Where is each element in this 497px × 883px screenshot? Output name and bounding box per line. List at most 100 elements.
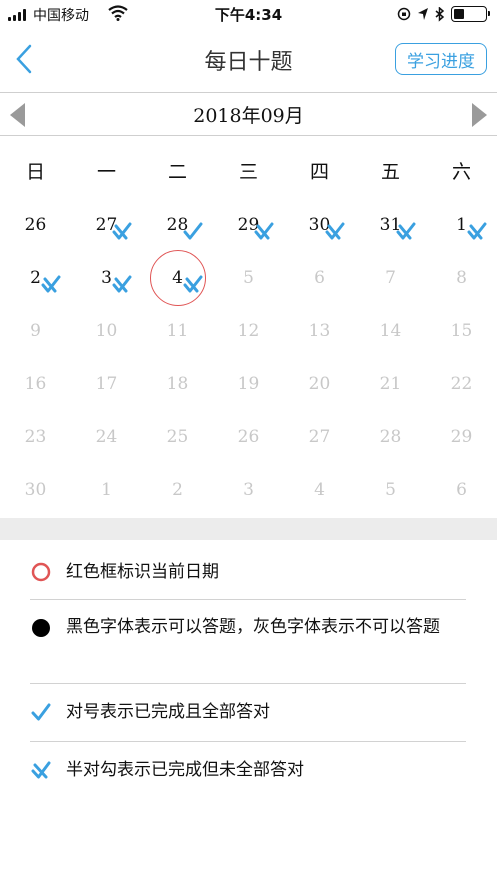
day-number: 6	[314, 268, 325, 288]
calendar-day: 5	[355, 464, 426, 517]
calendar-day: 20	[284, 358, 355, 411]
day-number: 9	[30, 321, 41, 341]
day-number: 6	[456, 480, 467, 500]
calendar-day[interactable]: 29	[213, 199, 284, 252]
legend-item: 半对勾表示已完成但未全部答对	[30, 756, 466, 784]
calendar-day[interactable]: 26	[0, 199, 71, 252]
half-checkmark-icon	[325, 222, 345, 240]
day-number: 17	[95, 374, 118, 394]
day-number: 20	[308, 374, 331, 394]
calendar-day[interactable]: 31	[355, 199, 426, 252]
next-month-icon[interactable]	[469, 101, 489, 129]
calendar-day: 28	[355, 411, 426, 464]
calendar-day: 17	[71, 358, 142, 411]
day-number: 28	[379, 427, 402, 447]
calendar-day: 16	[0, 358, 71, 411]
legend-text: 对号表示已完成且全部答对	[66, 702, 270, 722]
status-bar: 中国移动 下午4:34	[0, 0, 497, 28]
half-checkmark-icon	[183, 275, 203, 293]
calendar-day: 14	[355, 305, 426, 358]
checkmark-icon	[31, 703, 51, 721]
status-right	[397, 5, 490, 23]
calendar-day: 8	[426, 252, 497, 305]
calendar-day: 6	[426, 464, 497, 517]
calendar-day: 1	[71, 464, 142, 517]
day-number: 10	[95, 321, 118, 341]
calendar-day: 12	[213, 305, 284, 358]
calendar-week-row: 16 17 18 19 20 21 22	[0, 358, 497, 411]
checkmark-icon	[183, 222, 203, 240]
month-selector: 2018年09月	[0, 92, 497, 136]
day-number: 23	[24, 427, 47, 447]
battery-icon	[451, 6, 490, 22]
half-checkmark-icon	[254, 222, 274, 240]
day-number: 26	[237, 427, 260, 447]
day-number: 14	[379, 321, 402, 341]
calendar-day: 25	[142, 411, 213, 464]
month-label: 2018年09月	[193, 105, 304, 127]
day-number: 4	[314, 480, 325, 500]
legend-text: 半对勾表示已完成但未全部答对	[66, 760, 304, 780]
weekday-label: 四	[309, 161, 329, 183]
half-checkmark-icon	[112, 275, 132, 293]
day-number: 3	[101, 268, 112, 288]
half-checkmark-icon	[467, 222, 487, 240]
half-checkmark-icon	[112, 222, 132, 240]
calendar-day: 10	[71, 305, 142, 358]
calendar-day: 4	[284, 464, 355, 517]
calendar-week-row: 9 10 11 12 13 14 15	[0, 305, 497, 358]
day-number: 1	[101, 480, 112, 500]
calendar-day-today[interactable]: 4	[142, 250, 213, 306]
calendar-day: 3	[213, 464, 284, 517]
day-number: 7	[385, 268, 396, 288]
calendar-day: 13	[284, 305, 355, 358]
calendar-day[interactable]: 30	[284, 199, 355, 252]
day-number: 22	[450, 374, 473, 394]
section-divider	[0, 518, 497, 540]
calendar-day: 24	[71, 411, 142, 464]
calendar-day[interactable]: 2	[0, 252, 71, 305]
weekday-label: 二	[167, 161, 187, 183]
calendar-day: 21	[355, 358, 426, 411]
calendar-day: 2	[142, 464, 213, 517]
day-number: 26	[24, 215, 47, 235]
calendar-day: 19	[213, 358, 284, 411]
weekday-label: 五	[380, 161, 400, 183]
calendar-day[interactable]: 27	[71, 199, 142, 252]
calendar-week-row: 2 3 4 5 6 7 8	[0, 250, 497, 306]
calendar-day: 5	[213, 252, 284, 305]
weekday-label: 日	[25, 161, 45, 183]
calendar-day: 26	[213, 411, 284, 464]
day-number: 5	[243, 268, 254, 288]
legend-text: 黑色字体表示可以答题，灰色字体表示不可以答题	[66, 617, 440, 637]
day-number: 18	[166, 374, 189, 394]
divider	[30, 683, 466, 684]
day-number: 15	[450, 321, 473, 341]
calendar-day[interactable]: 1	[426, 199, 497, 252]
orientation-lock-icon	[397, 7, 411, 21]
location-icon	[418, 8, 428, 20]
calendar-day: 7	[355, 252, 426, 305]
day-number: 19	[237, 374, 260, 394]
calendar-day: 15	[426, 305, 497, 358]
day-number: 8	[456, 268, 467, 288]
calendar-week-row: 23 24 25 26 27 28 29	[0, 411, 497, 464]
day-number: 12	[237, 321, 260, 341]
legend-item: 红色框标识当前日期	[30, 558, 466, 586]
calendar-grid: 26 27 28 29 30 31 1 2 3 4 5 6 7 8 9 10 11 12 13 14 15 16 17 18 1…	[0, 199, 497, 517]
legend-item: 黑色字体表示可以答题，灰色字体表示不可以答题	[30, 613, 466, 669]
divider	[30, 741, 466, 742]
weekday-header: 日一二三四五六	[0, 152, 497, 192]
day-number: 11	[166, 321, 189, 341]
study-progress-button[interactable]: 学习进度	[395, 43, 487, 75]
calendar-day[interactable]: 28	[142, 199, 213, 252]
calendar-day[interactable]: 3	[71, 252, 142, 305]
day-number: 13	[308, 321, 331, 341]
day-number: 2	[30, 268, 41, 288]
day-number: 3	[243, 480, 254, 500]
calendar-day: 11	[142, 305, 213, 358]
divider	[30, 599, 466, 600]
day-number: 24	[95, 427, 118, 447]
half-checkmark-icon	[31, 761, 51, 779]
calendar-day: 9	[0, 305, 71, 358]
